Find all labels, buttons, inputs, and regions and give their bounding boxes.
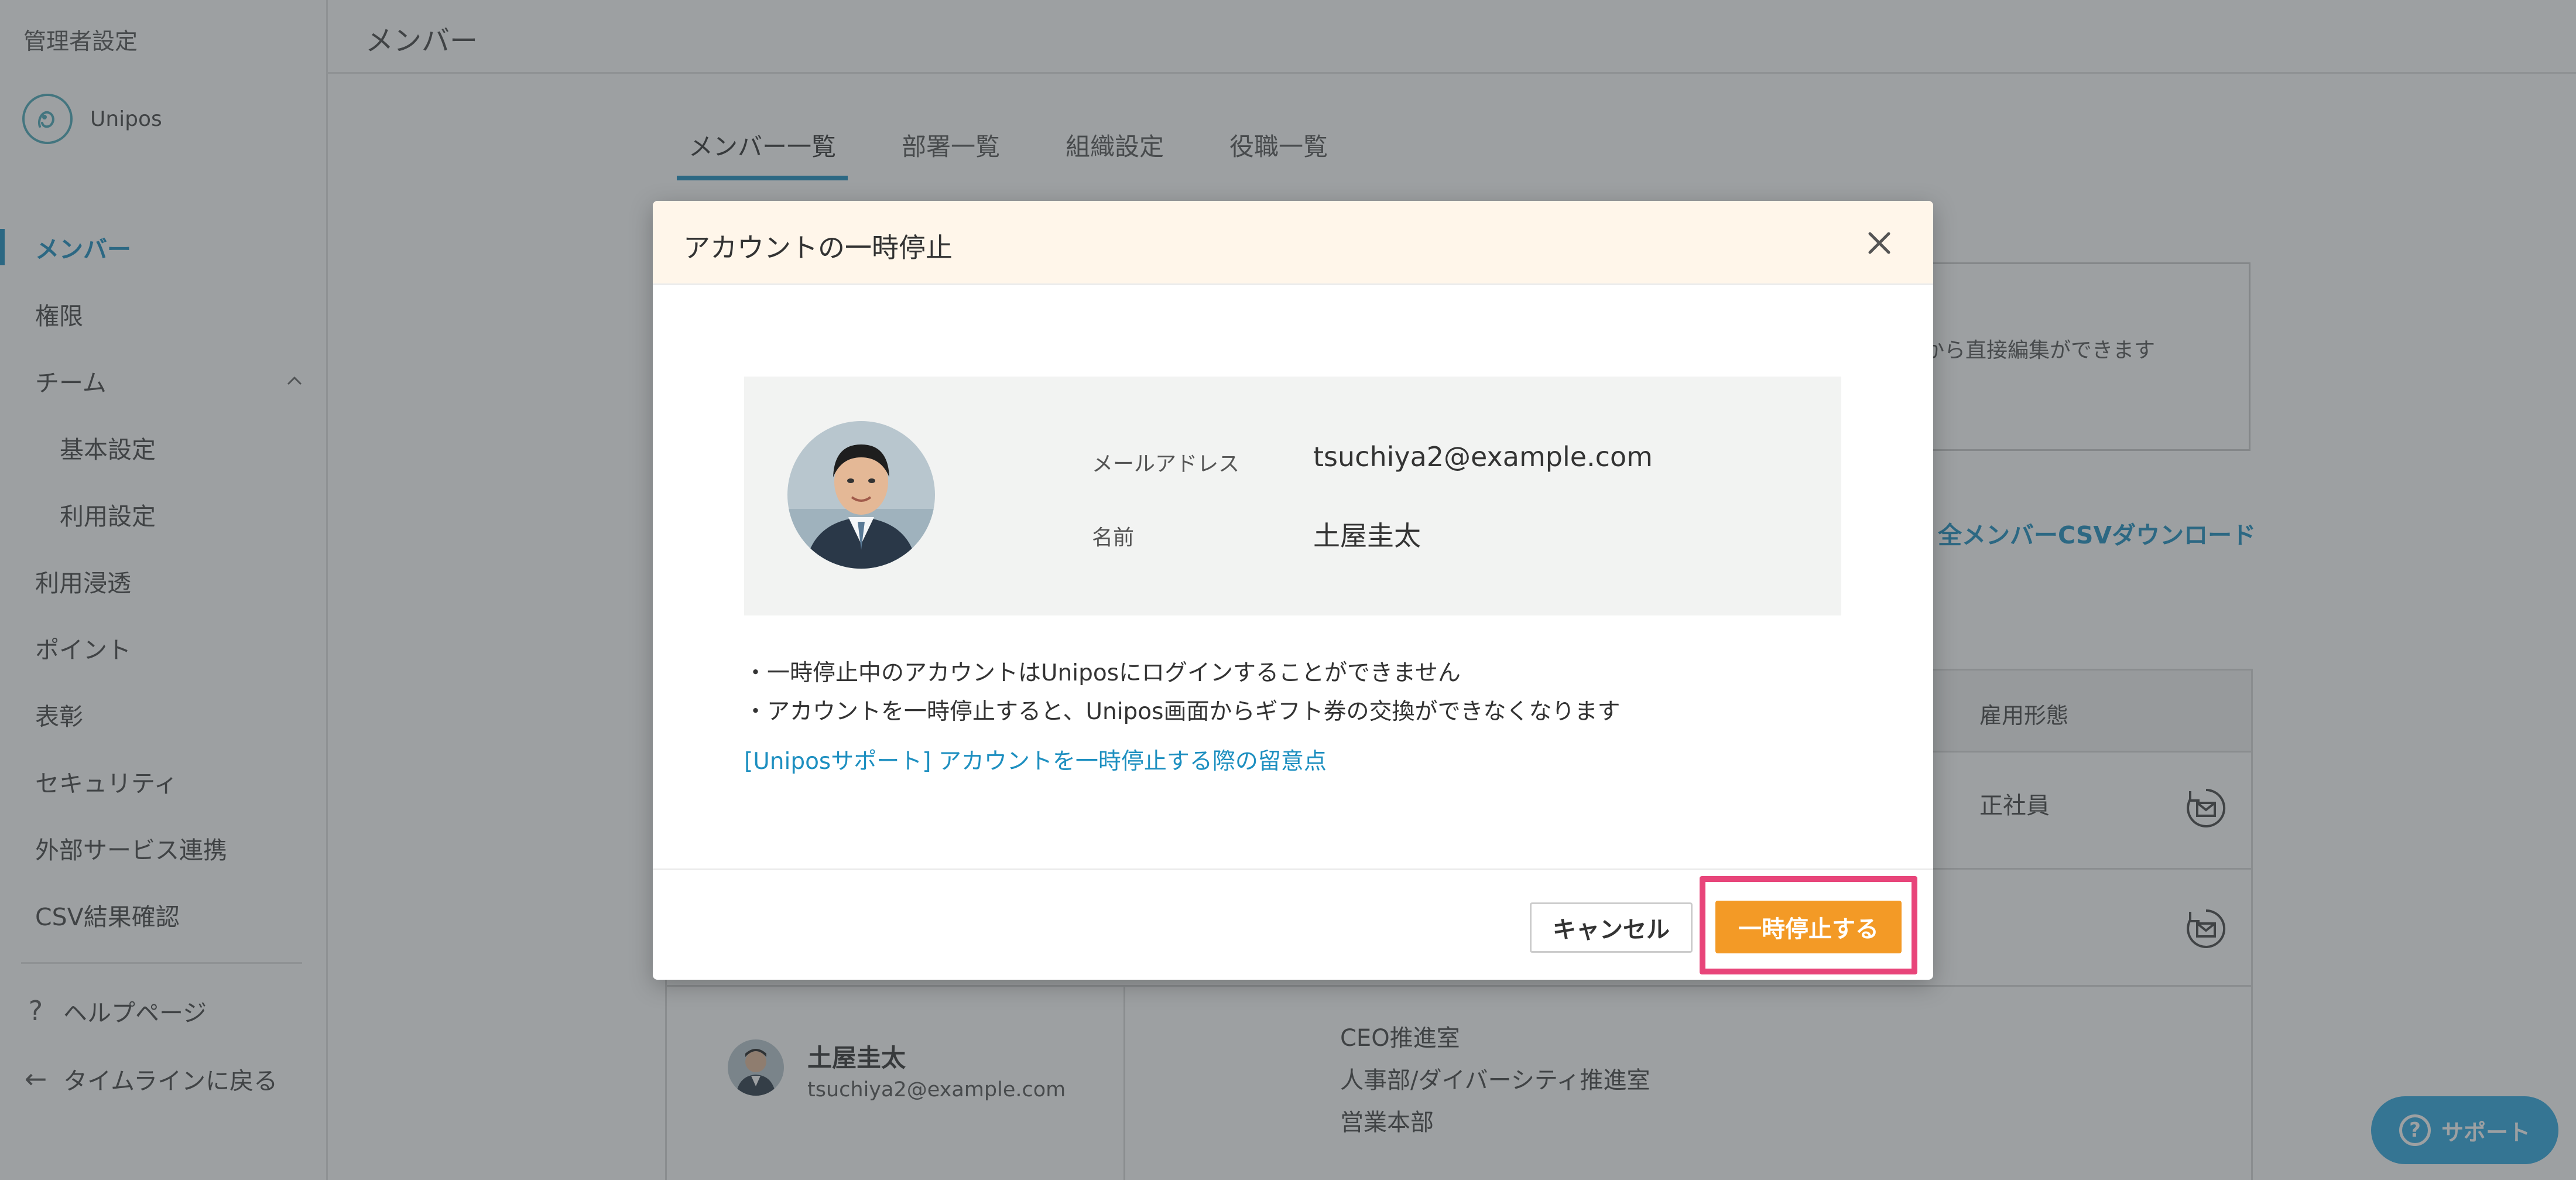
cancel-button[interactable]: キャンセル [1530,902,1693,953]
note-item: ・一時停止中のアカウントはUniposにログインすることができません [744,660,1461,686]
email-value: tsuchiya2@example.com [1313,441,1653,473]
suspend-notes: ・一時停止中のアカウントはUniposにログインすることができません ・アカウン… [744,654,1620,731]
name-label: 名前 [1092,526,1135,550]
dialog-footer: キャンセル 一時停止する [653,868,1933,980]
user-avatar [787,421,935,569]
suspend-account-dialog: アカウントの一時停止 メールアドレス tsuchiya2@example.com… [653,201,1933,980]
close-icon[interactable] [1861,224,1898,262]
email-label: メールアドレス [1092,452,1240,476]
support-article-link[interactable]: [Uniposサポート] アカウントを一時停止する際の留意点 [744,743,1327,776]
suspend-button[interactable]: 一時停止する [1715,901,1902,953]
dialog-header: アカウントの一時停止 [653,201,1933,285]
note-item: ・アカウントを一時停止すると、Unipos画面からギフト券の交換ができなくなりま… [744,699,1621,725]
dialog-title: アカウントの一時停止 [683,232,953,264]
name-value: 土屋圭太 [1313,520,1421,552]
profile-card: メールアドレス tsuchiya2@example.com 名前 土屋圭太 [744,377,1841,615]
